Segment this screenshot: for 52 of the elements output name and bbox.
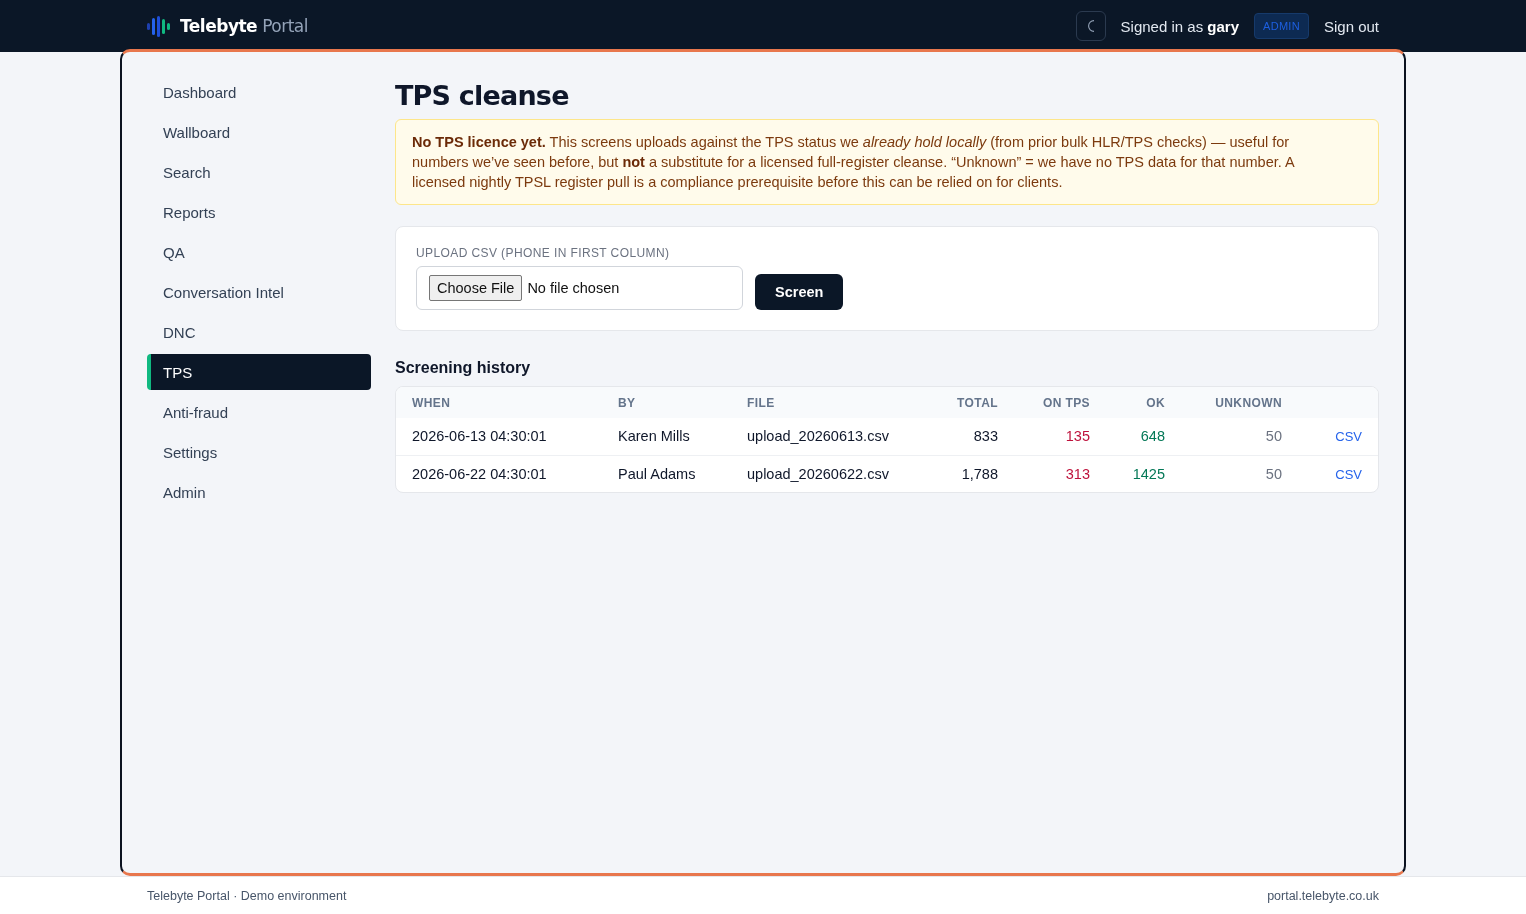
- table-cell: Paul Adams: [602, 455, 731, 492]
- csv-download-link[interactable]: CSV: [1335, 466, 1362, 482]
- table-cell: 833: [924, 418, 1014, 455]
- column-header: ON TPS: [1014, 387, 1106, 418]
- column-header: FILE: [731, 387, 924, 418]
- choose-file-button[interactable]: Choose File: [429, 275, 523, 301]
- upload-label: UPLOAD CSV (PHONE IN FIRST COLUMN): [416, 246, 671, 260]
- theme-toggle-button[interactable]: [1075, 11, 1106, 41]
- table-cell: 1,788: [924, 455, 1014, 492]
- sidebar-item[interactable]: Wallboard: [147, 114, 371, 150]
- file-status-text: No file chosen: [527, 280, 620, 296]
- column-header: WHEN: [396, 387, 602, 418]
- table-cell: 313: [1014, 455, 1106, 492]
- column-header: TOTAL: [924, 387, 1014, 418]
- table-cell: 2026-06-13 04:30:01: [396, 418, 602, 455]
- sidebar-item[interactable]: Admin: [147, 474, 371, 510]
- csv-download-link[interactable]: CSV: [1335, 429, 1362, 445]
- role-badge: ADMIN: [1254, 13, 1309, 39]
- sign-out-link[interactable]: Sign out: [1323, 17, 1379, 35]
- sidebar-item[interactable]: Anti-fraud: [147, 394, 371, 430]
- sidebar-item[interactable]: Settings: [147, 434, 371, 470]
- table-cell: 135: [1014, 418, 1106, 455]
- table-cell: 50: [1181, 455, 1298, 492]
- table-cell: 1425: [1106, 455, 1181, 492]
- section-title: Screening history: [395, 359, 532, 377]
- column-header: BY: [602, 387, 731, 418]
- sidebar-item[interactable]: Search: [147, 154, 371, 190]
- sidebar-item[interactable]: QA: [147, 234, 371, 270]
- table-cell: Karen Mills: [602, 418, 731, 455]
- footer-text: Telebyte Portal · Demo environment: [147, 888, 347, 903]
- screen-button[interactable]: Screen: [755, 274, 844, 310]
- table-cell: 50: [1181, 418, 1298, 455]
- warning-alert: No TPS licence yet. This screens uploads against the TPS status we already hold locally (from prior bulk HLR/TPS checks) — useful for numbers we’ve seen before, but not a substitute for a licensed full-register cleanse. “Unknown” = we have no TPS data for that number. A licensed nightly TPSL register pull is a compliance prerequisite before this can be relied on for clients.: [395, 119, 1379, 205]
- sidebar-item[interactable]: Dashboard: [147, 74, 371, 110]
- table-cell: 2026-06-22 04:30:01: [396, 455, 602, 492]
- sidebar-item[interactable]: TPS: [147, 354, 371, 390]
- sidebar-item[interactable]: Conversation Intel: [147, 274, 371, 310]
- table-cell: 648: [1106, 418, 1181, 455]
- sidebar-item[interactable]: DNC: [147, 314, 371, 350]
- column-header: UNKNOWN: [1181, 387, 1298, 418]
- brand-name: Telebyte: [180, 16, 258, 36]
- moon-icon: [1086, 20, 1095, 32]
- file-input-field[interactable]: Choose File No file chosen: [416, 266, 743, 310]
- page-title: TPS cleanse: [395, 79, 570, 113]
- table-cell: upload_20260622.csv: [731, 455, 924, 492]
- table-cell: upload_20260613.csv: [731, 418, 924, 455]
- sound-bars-icon: [147, 15, 170, 37]
- signed-in-text: Signed in as gary: [1120, 17, 1239, 35]
- brand-suffix: Portal: [262, 16, 308, 36]
- column-header: OK: [1106, 387, 1181, 418]
- sidebar-item[interactable]: Reports: [147, 194, 371, 230]
- footer-domain-text: portal.telebyte.co.uk: [1267, 888, 1379, 903]
